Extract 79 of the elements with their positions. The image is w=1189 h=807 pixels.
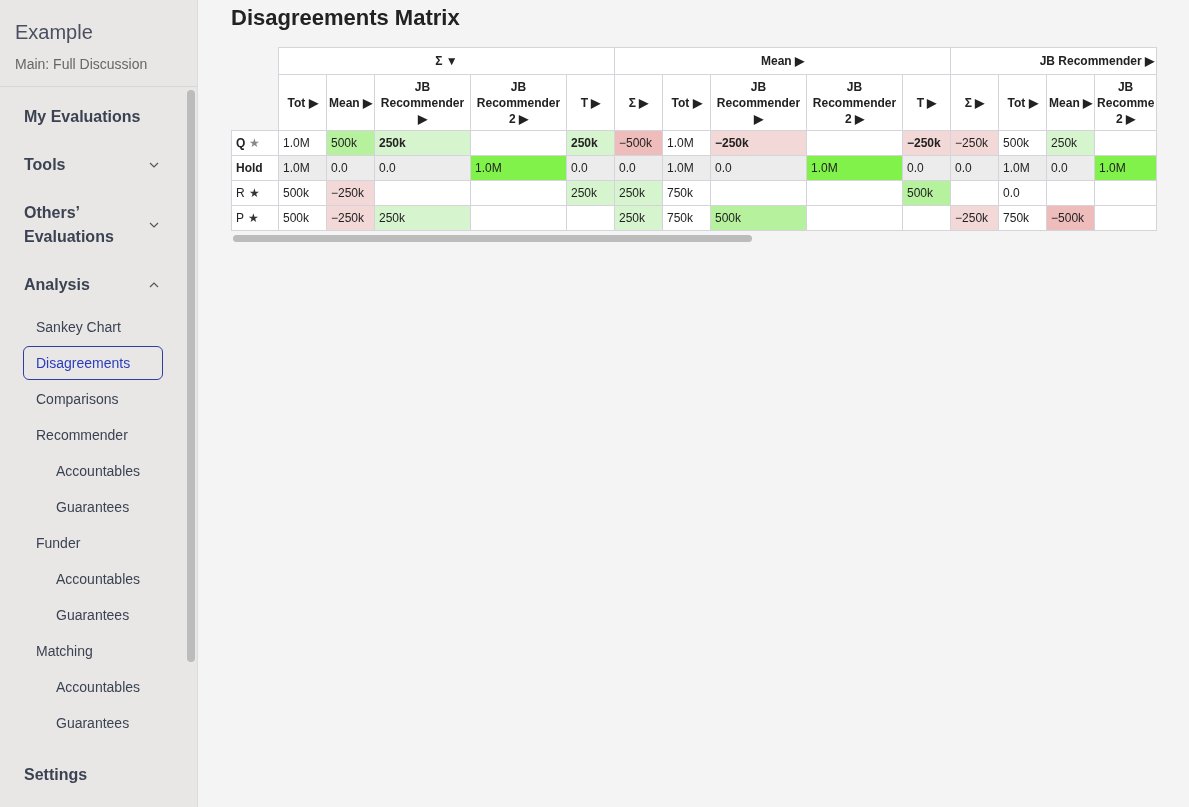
table-cell: 0.0 — [998, 180, 1047, 206]
star-icon: ★ — [248, 209, 259, 227]
column-header[interactable]: Mean ▶ — [1046, 74, 1095, 131]
column-header[interactable]: Tot ▶ — [998, 74, 1047, 131]
table-cell: 1.0M — [662, 130, 711, 156]
project-title: Example — [15, 20, 94, 44]
table-cell: 0.0 — [902, 155, 951, 181]
column-header[interactable]: Mean ▶ — [326, 74, 375, 131]
nav-item[interactable]: My Evaluations — [23, 93, 142, 141]
nav-item[interactable]: Accountables — [23, 670, 163, 704]
nav-item[interactable]: Disagreements — [23, 346, 163, 380]
nav-item[interactable]: Guarantees — [23, 706, 163, 740]
row-label: Q — [236, 135, 246, 152]
scrollbar-thumb[interactable] — [233, 234, 752, 242]
nav-item[interactable]: Sankey Chart — [23, 310, 163, 344]
nav-item[interactable]: Guarantees — [23, 490, 163, 524]
project-subtitle: Main: Full Discussion — [15, 55, 149, 74]
table-cell: 500k — [278, 180, 327, 206]
column-header[interactable]: JB Recommender ▶ — [374, 74, 471, 131]
column-header[interactable]: T ▶ — [566, 74, 615, 131]
column-header[interactable]: T ▶ — [902, 74, 951, 131]
table-cell: 1.0M — [278, 130, 327, 156]
scrollbar-thumb[interactable] — [187, 90, 195, 662]
column-header[interactable]: JB Recommender 2 ▶ — [806, 74, 903, 131]
page-title: Disagreements Matrix — [231, 5, 461, 31]
nav-item[interactable]: Comparisons — [23, 382, 163, 416]
table-cell: −250k — [710, 130, 807, 156]
nav-item[interactable]: Tools — [23, 141, 67, 189]
table-cell: 250k — [374, 205, 471, 231]
nav-item[interactable]: Accountables — [23, 562, 163, 596]
table-cell — [902, 205, 951, 231]
column-header[interactable]: Tot ▶ — [662, 74, 711, 131]
table-cell: 0.0 — [1046, 155, 1095, 181]
nav-item[interactable]: Funder — [23, 526, 163, 560]
row-label: Hold — [236, 160, 263, 177]
column-header[interactable]: Σ ▶ — [950, 74, 999, 131]
group-header[interactable]: JB Recommender ▶ — [950, 47, 1157, 75]
table-cell: 0.0 — [614, 155, 663, 181]
star-icon: ★ — [249, 134, 261, 152]
table-cell — [1094, 130, 1157, 156]
table-cell: 1.0M — [998, 155, 1047, 181]
row-label: R — [236, 185, 245, 202]
column-header[interactable]: JB Recomme 2 ▶ — [1094, 74, 1157, 131]
nav-item[interactable]: Settings — [23, 751, 89, 799]
table-cell: 1.0M — [806, 155, 903, 181]
table-cell — [1094, 205, 1157, 231]
table-cell: 0.0 — [950, 155, 999, 181]
nav-item[interactable]: Accountables — [23, 454, 163, 488]
table-cell: 0.0 — [326, 155, 375, 181]
table-cell: 500k — [998, 130, 1047, 156]
table-cell: 500k — [278, 205, 327, 231]
table-cell: 1.0M — [278, 155, 327, 181]
table-cell — [1046, 180, 1095, 206]
table-cell: 750k — [662, 180, 711, 206]
table-cell — [950, 180, 999, 206]
table-cell: 250k — [374, 130, 471, 156]
nav-item[interactable]: Others’ Evaluations — [23, 189, 149, 261]
nav-item[interactable]: Matching — [23, 634, 163, 668]
table-cell: 750k — [662, 205, 711, 231]
table-cell: 0.0 — [374, 155, 471, 181]
table-cell: 1.0M — [470, 155, 567, 181]
table-cell: 500k — [710, 205, 807, 231]
column-header[interactable]: Tot ▶ — [278, 74, 327, 131]
table-cell: 0.0 — [710, 155, 807, 181]
column-header[interactable]: Σ ▶ — [614, 74, 663, 131]
nav-item[interactable]: Analysis — [23, 261, 91, 309]
table-cell: 750k — [998, 205, 1047, 231]
table-cell — [566, 205, 615, 231]
table-cell — [1094, 180, 1157, 206]
column-header[interactable]: JB Recommender ▶ — [710, 74, 807, 131]
group-header[interactable]: Σ ▼ — [278, 47, 615, 75]
column-header[interactable]: JB Recommender 2 ▶ — [470, 74, 567, 131]
table-cell: 1.0M — [662, 155, 711, 181]
nav-item[interactable]: Guarantees — [23, 598, 163, 632]
table-cell: 0.0 — [566, 155, 615, 181]
star-icon: ★ — [248, 184, 260, 202]
group-header[interactable]: Mean ▶ — [614, 47, 951, 75]
row-label: P — [236, 210, 244, 227]
nav-item[interactable]: Recommender — [23, 418, 163, 452]
